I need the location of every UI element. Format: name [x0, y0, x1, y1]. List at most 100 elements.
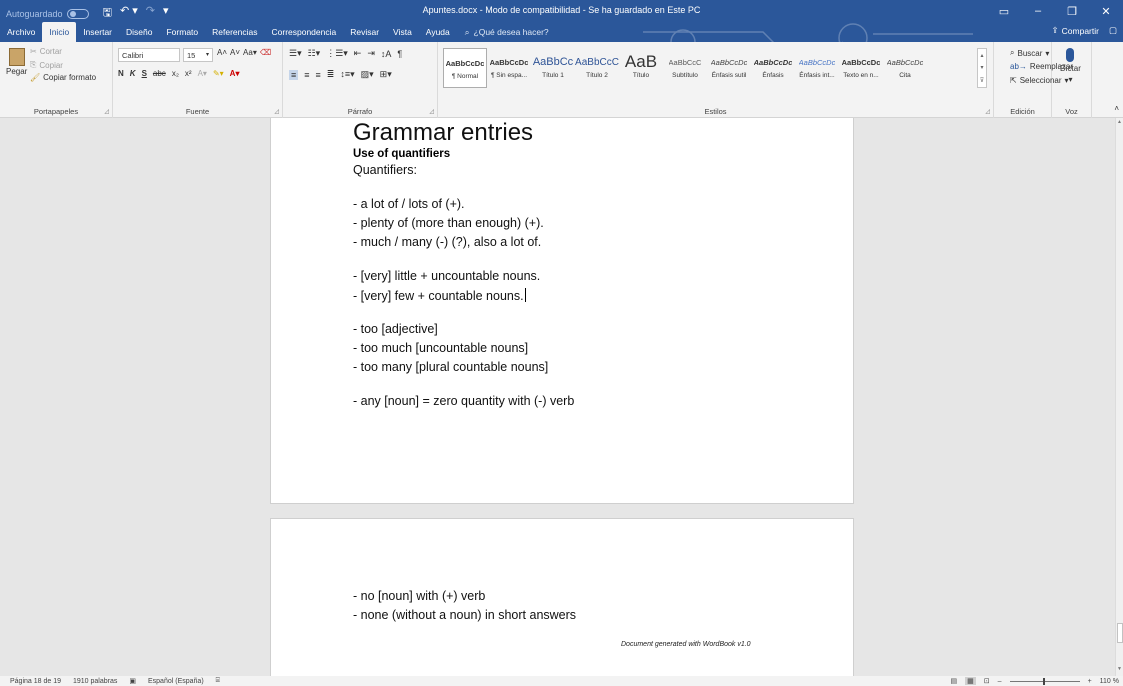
- document-line: - too much [uncountable nouns]: [353, 341, 528, 355]
- style-item[interactable]: AaBbCc Título 1: [531, 48, 575, 88]
- scroll-down-icon[interactable]: ▼: [1117, 666, 1122, 672]
- style-name: ¶ Normal: [451, 73, 479, 80]
- numbering-icon[interactable]: ☷▾: [308, 48, 321, 59]
- proofing-icon[interactable]: ▣: [129, 677, 136, 685]
- font-color-icon[interactable]: A▾: [230, 69, 240, 78]
- font-name-combo[interactable]: Calibri: [118, 48, 180, 62]
- web-layout-icon[interactable]: ⊡: [984, 677, 990, 685]
- tab-vista[interactable]: Vista: [386, 22, 419, 42]
- subscript-button[interactable]: x₂: [172, 69, 179, 78]
- tab-formato[interactable]: Formato: [159, 22, 205, 42]
- document-page[interactable]: Grammar entries Use of quantifiers Quant…: [270, 118, 854, 504]
- paragraph-launcher-icon[interactable]: ◿: [429, 108, 434, 115]
- print-layout-icon[interactable]: ▦: [965, 677, 976, 685]
- scroll-thumb[interactable]: [1117, 623, 1123, 643]
- align-left-icon[interactable]: ≡: [289, 69, 299, 80]
- collapse-ribbon-icon[interactable]: ˄: [1114, 104, 1119, 113]
- font-launcher-icon[interactable]: ◿: [274, 108, 279, 115]
- align-center-icon[interactable]: ≡: [304, 70, 309, 80]
- zoom-out-icon[interactable]: –: [998, 678, 1002, 685]
- bullets-icon[interactable]: ☰▾: [289, 48, 302, 59]
- tab-insertar[interactable]: Insertar: [76, 22, 119, 42]
- sort-icon[interactable]: ↕A: [381, 49, 392, 59]
- tab-correspondencia[interactable]: Correspondencia: [265, 22, 344, 42]
- tab-revisar[interactable]: Revisar: [343, 22, 386, 42]
- style-gallery-scroll[interactable]: ▴ ▾ ⊽: [977, 48, 987, 88]
- accessibility-icon[interactable]: ⌸: [216, 677, 220, 685]
- restore-icon[interactable]: ❐: [1055, 0, 1089, 22]
- word-count[interactable]: 1910 palabras: [73, 678, 117, 685]
- vertical-scrollbar[interactable]: ▲ ▼: [1115, 118, 1123, 676]
- justify-icon[interactable]: ≣: [327, 69, 335, 80]
- document-line-text: - plenty of (more than enough) (+).: [353, 216, 544, 230]
- zoom-level[interactable]: 110 %: [1100, 678, 1119, 685]
- chevron-up-icon[interactable]: ▴: [980, 52, 983, 59]
- style-item[interactable]: AaBbCcDc Énfasis: [751, 48, 795, 88]
- styles-launcher-icon[interactable]: ◿: [985, 108, 990, 115]
- multilevel-list-icon[interactable]: ⋮☰▾: [326, 48, 348, 59]
- bold-button[interactable]: N: [118, 69, 124, 78]
- clear-formatting-icon[interactable]: ⌫: [260, 48, 271, 57]
- minimize-icon[interactable]: –: [1021, 0, 1055, 22]
- dictate-button[interactable]: Dictar ▾: [1060, 48, 1081, 84]
- copy-icon: ⎘: [30, 60, 37, 69]
- show-marks-icon[interactable]: ¶: [397, 49, 402, 59]
- line-spacing-icon[interactable]: ↕≡▾: [340, 69, 354, 80]
- page-count[interactable]: Página 18 de 19: [10, 678, 61, 685]
- style-item[interactable]: AaBbCcDc Énfasis int...: [795, 48, 839, 88]
- scroll-up-icon[interactable]: ▲: [1117, 119, 1122, 125]
- ribbon: Pegar ✂ Cortar ⎘ Copiar 🖌 Copiar formato Po…: [0, 42, 1123, 118]
- more-icon[interactable]: ⊽: [980, 77, 984, 84]
- tab-archivo[interactable]: Archivo: [0, 22, 42, 42]
- align-right-icon[interactable]: ≡: [316, 70, 321, 80]
- chevron-down-icon[interactable]: ▾: [980, 64, 983, 71]
- zoom-in-icon[interactable]: +: [1088, 678, 1092, 685]
- tab-inicio[interactable]: Inicio: [42, 22, 77, 42]
- style-item[interactable]: AaBbCcDc Cita: [883, 48, 927, 88]
- highlight-icon[interactable]: ✎▾: [213, 69, 224, 78]
- copy-button[interactable]: ⎘ Copiar: [30, 60, 63, 70]
- comments-icon[interactable]: ▢: [1109, 25, 1117, 36]
- tab-ayuda[interactable]: Ayuda: [419, 22, 457, 42]
- style-item[interactable]: AaBbCcC Subtítulo: [663, 48, 707, 88]
- superscript-button[interactable]: x²: [185, 69, 192, 78]
- close-icon[interactable]: ✕: [1089, 0, 1123, 22]
- increase-indent-icon[interactable]: ⇥: [367, 48, 375, 59]
- shrink-font-icon[interactable]: A˅: [230, 48, 240, 57]
- format-painter-button[interactable]: 🖌 Copiar formato: [30, 73, 96, 82]
- tell-me-search[interactable]: ⌕ ¿Qué desea hacer?: [457, 27, 557, 38]
- zoom-slider[interactable]: [1009, 677, 1080, 685]
- change-case-icon[interactable]: Aa▾: [243, 48, 257, 57]
- document-line: Quantifiers:: [353, 163, 417, 177]
- italic-button[interactable]: K: [130, 69, 136, 78]
- language-indicator[interactable]: Español (España): [148, 678, 204, 685]
- font-size-buttons[interactable]: A˄ A˅ Aa▾ ⌫: [217, 48, 271, 57]
- style-item[interactable]: AaBbCcC Título 2: [575, 48, 619, 88]
- underline-button[interactable]: S: [142, 69, 147, 78]
- document-heading: Grammar entries: [353, 119, 534, 146]
- style-item[interactable]: AaBbCcDc ¶ Sin espa...: [487, 48, 531, 88]
- clipboard-launcher-icon[interactable]: ◿: [104, 108, 109, 115]
- paste-button[interactable]: Pegar: [6, 48, 27, 76]
- grow-font-icon[interactable]: A˄: [217, 48, 227, 57]
- cut-button[interactable]: ✂ Cortar: [30, 47, 62, 56]
- document-line: - [very] little + uncountable nouns.: [353, 269, 540, 283]
- style-item[interactable]: AaBbCcDc Texto en n...: [839, 48, 883, 88]
- share-button[interactable]: ⇪ Compartir: [1052, 25, 1099, 36]
- style-item[interactable]: AaB Título: [619, 48, 663, 88]
- text-effects-icon[interactable]: A▾: [198, 69, 207, 78]
- shading-icon[interactable]: ▨▾: [361, 69, 374, 80]
- style-item[interactable]: AaBbCcDc Énfasis sutil: [707, 48, 751, 88]
- read-mode-icon[interactable]: ▤: [951, 677, 958, 685]
- borders-icon[interactable]: ⊞▾: [380, 69, 392, 80]
- find-button[interactable]: ⌕ Buscar ▾: [1010, 48, 1049, 58]
- tab-referencias[interactable]: Referencias: [205, 22, 264, 42]
- tab-diseno[interactable]: Diseño: [119, 22, 159, 42]
- style-item[interactable]: AaBbCcDc ¶ Normal: [443, 48, 487, 88]
- strikethrough-button[interactable]: abc: [153, 69, 166, 78]
- font-size-combo[interactable]: 15 ▾: [183, 48, 213, 62]
- decrease-indent-icon[interactable]: ⇤: [354, 48, 362, 59]
- document-page-2[interactable]: - no [noun] with (+) verb - none (without…: [270, 518, 854, 676]
- ribbon-display-options-icon[interactable]: ▭: [987, 0, 1021, 22]
- document-line-text: - any [noun] = zero quantity with (-) ve…: [353, 394, 575, 408]
